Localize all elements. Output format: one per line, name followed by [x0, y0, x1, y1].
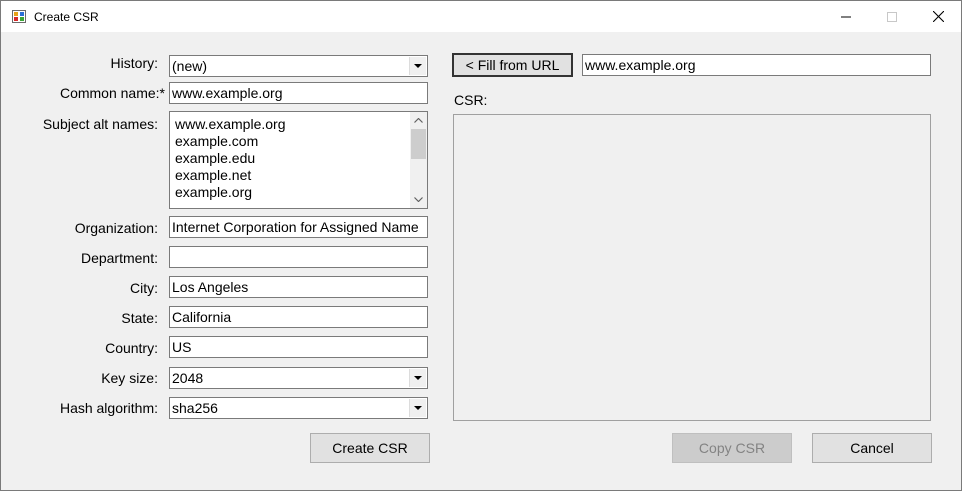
app-certificate-icon	[12, 10, 26, 23]
department-label: Department:	[80, 250, 158, 266]
key-size-dropdown[interactable]: 2048	[169, 367, 428, 389]
create-csr-button[interactable]: Create CSR	[310, 433, 430, 463]
country-label: Country:	[105, 340, 158, 356]
dropdown-arrow[interactable]	[409, 399, 426, 417]
scroll-down-button[interactable]	[410, 191, 427, 208]
state-input[interactable]: California	[169, 306, 428, 328]
window-title: Create CSR	[34, 10, 99, 24]
list-item[interactable]: example.com	[175, 133, 258, 150]
history-value: (new)	[172, 58, 208, 74]
organization-label: Organization:	[74, 220, 158, 236]
dropdown-arrow[interactable]	[409, 57, 426, 75]
key-size-value: 2048	[172, 370, 204, 386]
key-size-label: Key size:	[101, 370, 158, 386]
list-item[interactable]: example.net	[175, 167, 251, 184]
common-name-input[interactable]: www.example.org	[169, 82, 428, 104]
list-item[interactable]: www.example.org	[175, 116, 286, 133]
hash-algorithm-label: Hash algorithm:	[59, 400, 158, 416]
close-icon	[932, 11, 944, 22]
create-csr-window: Create CSR History: (new) Common name:* …	[0, 0, 962, 491]
chevron-down-icon	[414, 64, 422, 68]
close-button[interactable]	[915, 1, 961, 32]
state-label: State:	[121, 310, 158, 326]
maximize-button[interactable]	[869, 1, 915, 32]
fill-from-url-button[interactable]: < Fill from URL	[452, 53, 573, 77]
maximize-icon	[887, 11, 897, 22]
vertical-scrollbar[interactable]	[410, 112, 427, 208]
list-item[interactable]: example.org	[175, 184, 252, 201]
common-name-label: Common name:*	[59, 85, 165, 101]
subject-alt-names-label: Subject alt names:	[42, 116, 158, 132]
dropdown-arrow[interactable]	[409, 369, 426, 387]
city-label: City:	[130, 280, 158, 296]
scroll-thumb[interactable]	[411, 129, 426, 159]
country-input[interactable]: US	[169, 336, 428, 358]
scroll-up-button[interactable]	[410, 112, 427, 129]
url-input[interactable]: www.example.org	[582, 54, 931, 76]
history-dropdown[interactable]: (new)	[169, 55, 428, 77]
minimize-icon	[841, 16, 851, 17]
chevron-down-icon	[414, 197, 423, 202]
csr-label: CSR:	[454, 92, 488, 108]
chevron-up-icon	[414, 118, 423, 123]
organization-input[interactable]: Internet Corporation for Assigned Name	[169, 216, 428, 238]
title-bar: Create CSR	[1, 1, 961, 32]
department-input[interactable]	[169, 246, 428, 268]
cancel-button[interactable]: Cancel	[812, 433, 932, 463]
chevron-down-icon	[414, 406, 422, 410]
hash-algorithm-value: sha256	[172, 400, 218, 416]
city-input[interactable]: Los Angeles	[169, 276, 428, 298]
minimize-button[interactable]	[823, 1, 869, 32]
copy-csr-button[interactable]: Copy CSR	[672, 433, 792, 463]
history-label: History:	[110, 55, 158, 71]
list-item[interactable]: example.edu	[175, 150, 255, 167]
chevron-down-icon	[414, 376, 422, 380]
csr-output-textarea[interactable]	[453, 114, 931, 421]
subject-alt-names-listbox[interactable]: www.example.org example.com example.edu …	[169, 111, 428, 209]
hash-algorithm-dropdown[interactable]: sha256	[169, 397, 428, 419]
